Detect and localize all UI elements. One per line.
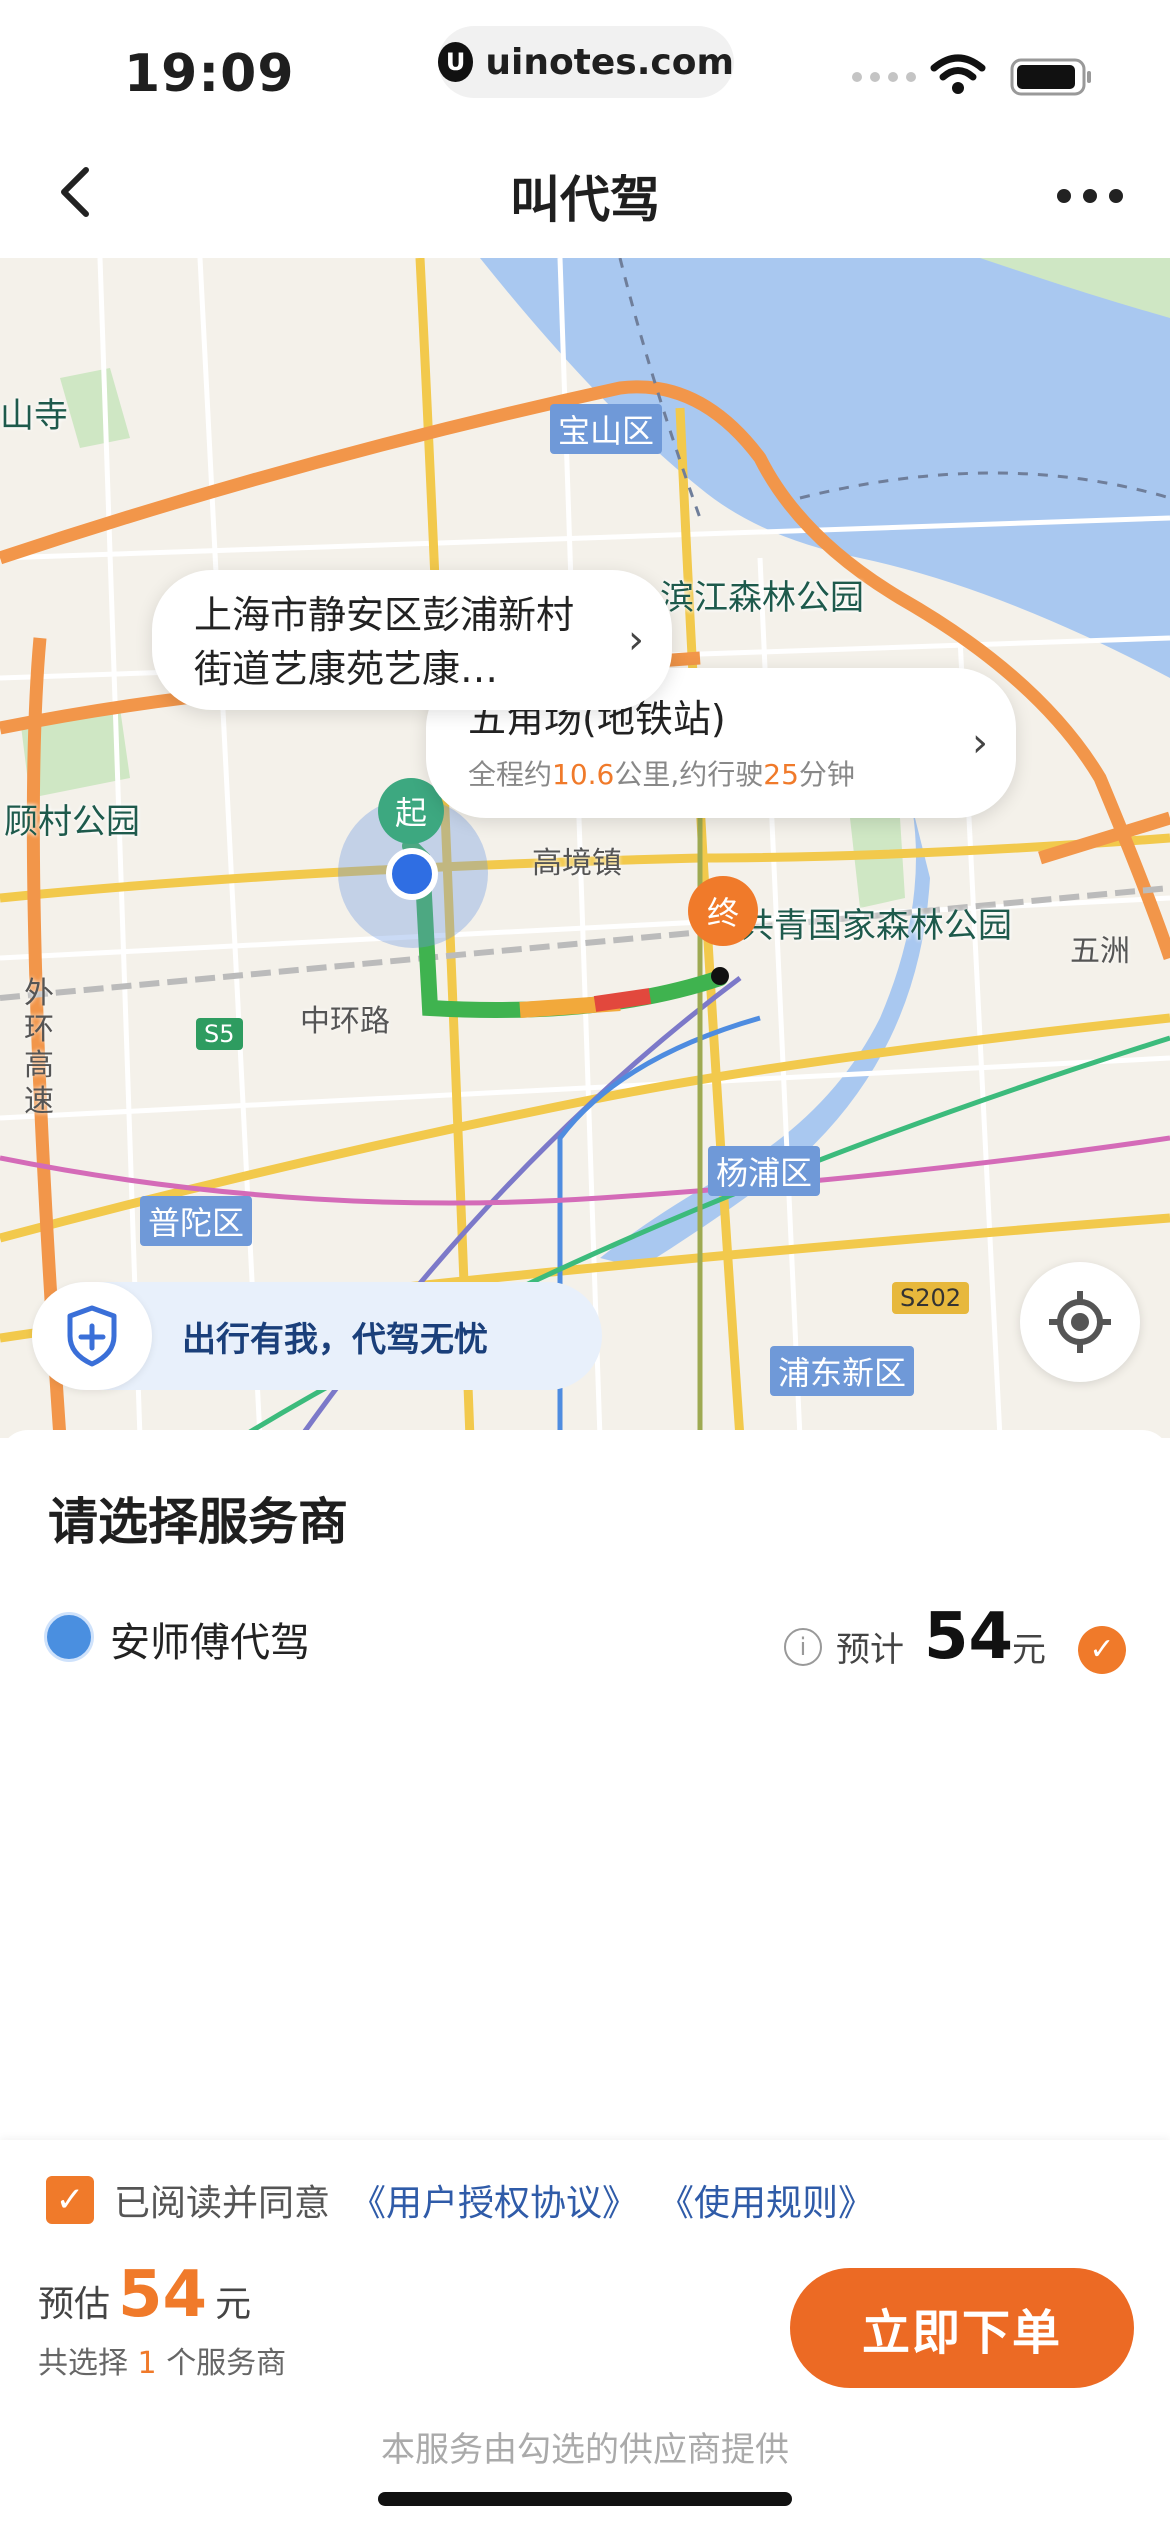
- current-location-dot: [386, 848, 438, 900]
- start-address-bubble[interactable]: 上海市静安区彭浦新村街道艺康苑艺康… ›: [152, 570, 672, 710]
- locate-icon: [1049, 1291, 1111, 1353]
- provider-estimate-label: 预计: [836, 1630, 904, 1670]
- end-pin[interactable]: 终: [688, 876, 758, 946]
- route-map[interactable]: 山寺 宝山区 滨江森林公园 顾村公园 高境镇 共青国家森林公园 五洲 中环路 外…: [0, 258, 1170, 1438]
- provider-price: 54: [924, 1600, 1014, 1674]
- map-label-temple: 山寺: [0, 396, 68, 436]
- map-district-putuo: 普陀区: [140, 1196, 253, 1246]
- map-label-wuzhou: 五洲: [1070, 934, 1130, 969]
- safety-banner[interactable]: 出行有我，代驾无忧: [32, 1282, 602, 1390]
- status-bar: 19:09 U uinotes.com: [0, 0, 1170, 130]
- provider-check-icon[interactable]: ✓: [1078, 1626, 1126, 1674]
- nav-bar: 叫代驾: [0, 130, 1170, 258]
- provider-avatar: [44, 1612, 94, 1662]
- locate-button[interactable]: [1020, 1262, 1140, 1382]
- u-logo-icon: U: [438, 42, 474, 82]
- agree-text: 已阅读并同意: [114, 2183, 331, 2224]
- place-order-button[interactable]: 立即下单: [790, 2268, 1134, 2388]
- estimate-unit: 元: [215, 2284, 252, 2325]
- selected-count-text: 共选择 1 个服务商: [38, 2346, 287, 2381]
- agree-checkbox[interactable]: ✓: [46, 2176, 94, 2224]
- map-label-waihuan: 外环高速: [24, 976, 54, 1119]
- map-label-binjiang-park: 滨江森林公园: [660, 578, 864, 618]
- route-summary: 全程约10.6公里,约行驶25分钟: [468, 758, 855, 791]
- url-pill[interactable]: U uinotes.com: [438, 26, 734, 98]
- selected-count: 1: [137, 2346, 157, 2381]
- battery-icon: [1010, 58, 1091, 96]
- safety-banner-text: 出行有我，代驾无忧: [182, 1319, 488, 1360]
- chevron-right-icon: ›: [972, 720, 988, 766]
- map-label-gongqing-park: 共青国家森林公园: [740, 906, 1012, 946]
- user-auth-agreement-link[interactable]: 《用户授权协议》: [350, 2174, 638, 2226]
- price-summary: 预估 54 元 共选择 1 个服务商: [38, 2258, 286, 2382]
- more-dots-icon[interactable]: [1050, 166, 1130, 226]
- map-district-pudong: 浦东新区: [770, 1346, 915, 1396]
- chevron-right-icon: ›: [628, 617, 644, 663]
- page-title: 叫代驾: [510, 171, 660, 229]
- map-label-gucun-park: 顾村公园: [4, 802, 140, 842]
- route-distance: 10.6: [552, 758, 615, 791]
- map-label-zhonghuan: 中环路: [300, 1004, 390, 1039]
- estimate-label: 预估: [38, 2284, 111, 2325]
- map-district-yangpu: 杨浦区: [708, 1146, 821, 1196]
- provider-sheet: 请选择服务商 安师傅代驾 i 预计 54 元 ✓: [0, 1430, 1170, 2140]
- start-address: 上海市静安区彭浦新村街道艺康苑艺康…: [194, 593, 575, 691]
- provided-by-text: 本服务由勾选的供应商提供: [381, 2430, 789, 2470]
- url-text: uinotes.com: [485, 41, 734, 83]
- status-time: 19:09: [124, 44, 295, 104]
- map-district-baoshan: 宝山区: [550, 404, 663, 454]
- usage-rules-link[interactable]: 《使用规则》: [658, 2174, 874, 2226]
- agreement-row: ✓ 已阅读并同意 《用户授权协议》 《使用规则》: [46, 2170, 874, 2230]
- info-icon[interactable]: i: [784, 1628, 822, 1666]
- route-minutes: 25: [763, 758, 799, 791]
- provider-row[interactable]: 安师傅代驾 i 预计 54 元 ✓: [44, 1600, 1134, 1680]
- wifi-icon: [930, 54, 986, 94]
- map-label-gaojing: 高境镇: [532, 846, 622, 881]
- signal-icon: [852, 72, 916, 82]
- provider-name: 安师傅代驾: [110, 1620, 310, 1666]
- estimate-amount: 54: [118, 2258, 208, 2332]
- sheet-heading: 请选择服务商: [48, 1493, 348, 1551]
- provider-price-unit: 元: [1012, 1630, 1046, 1670]
- shield-plus-icon: [32, 1282, 152, 1390]
- order-footer: ✓ 已阅读并同意 《用户授权协议》 《使用规则》 预估 54 元 共选择 1 个…: [0, 2140, 1170, 2532]
- map-badge-s5: S5: [196, 1018, 243, 1050]
- map-badge-s202: S202: [892, 1282, 970, 1314]
- home-indicator[interactable]: [378, 2492, 792, 2506]
